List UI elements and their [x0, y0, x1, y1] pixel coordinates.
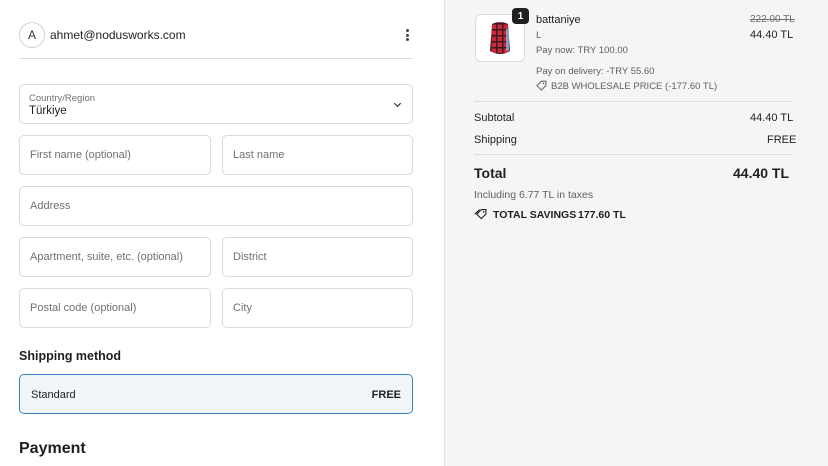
- total-value: 44.40 TL: [733, 165, 790, 181]
- item-price: 44.40 TL: [750, 29, 794, 41]
- last-name-field[interactable]: [222, 135, 413, 175]
- total-savings-label: TOTAL SAVINGS: [493, 209, 577, 221]
- subtotal-label: Subtotal: [474, 112, 515, 124]
- district-input[interactable]: [233, 238, 402, 276]
- city-field[interactable]: [222, 288, 413, 328]
- last-name-input[interactable]: [233, 136, 402, 174]
- discount-text: B2B WHOLESALE PRICE (-177.60 TL): [551, 81, 718, 92]
- product-variant: L: [536, 30, 542, 41]
- taxes-note: Including 6.77 TL in taxes: [474, 189, 594, 201]
- postal-code-input[interactable]: [30, 289, 200, 327]
- more-options-icon[interactable]: [403, 26, 411, 44]
- city-input[interactable]: [233, 289, 402, 327]
- checkout-form-panel: A ahmet@nodusworks.com Country/Region Tü…: [0, 0, 444, 466]
- summary-divider-bottom: [474, 154, 791, 155]
- address-field[interactable]: [19, 186, 413, 226]
- first-name-field[interactable]: [19, 135, 211, 175]
- quantity-badge: 1: [512, 8, 529, 24]
- avatar: A: [19, 22, 45, 48]
- summary-divider-top: [474, 101, 791, 102]
- chevron-down-icon: [393, 102, 402, 108]
- apartment-input[interactable]: [30, 238, 200, 276]
- address-input[interactable]: [30, 187, 402, 225]
- pay-now-text: Pay now: TRY 100.00: [536, 45, 628, 56]
- shipping-option-price: FREE: [371, 389, 401, 401]
- account-email: ahmet@nodusworks.com: [50, 28, 186, 42]
- payment-title: Payment: [19, 440, 86, 457]
- pay-on-delivery-text: Pay on delivery: -TRY 55.60: [536, 66, 655, 77]
- shipping-option-standard[interactable]: Standard FREE: [19, 374, 413, 414]
- subtotal-value: 44.40 TL: [750, 112, 794, 124]
- shipping-option-name: Standard: [31, 389, 76, 401]
- account-row: A ahmet@nodusworks.com: [19, 20, 413, 59]
- country-value: Türkiye: [29, 105, 67, 117]
- shipping-value: FREE: [767, 134, 797, 146]
- country-label: Country/Region: [29, 93, 96, 104]
- country-select[interactable]: Country/Region Türkiye: [19, 84, 413, 124]
- product-name: battaniye: [536, 14, 581, 26]
- postal-code-field[interactable]: [19, 288, 211, 328]
- apartment-field[interactable]: [19, 237, 211, 277]
- shipping-label: Shipping: [474, 134, 517, 146]
- tag-icon: [536, 80, 547, 91]
- total-label: Total: [474, 165, 507, 181]
- original-price: 222.00 TL: [750, 14, 795, 25]
- savings-tag-icon: [474, 208, 487, 220]
- district-field[interactable]: [222, 237, 413, 277]
- first-name-input[interactable]: [30, 136, 200, 174]
- shipping-method-title: Shipping method: [19, 349, 122, 363]
- total-savings-value: 177.60 TL: [578, 209, 626, 221]
